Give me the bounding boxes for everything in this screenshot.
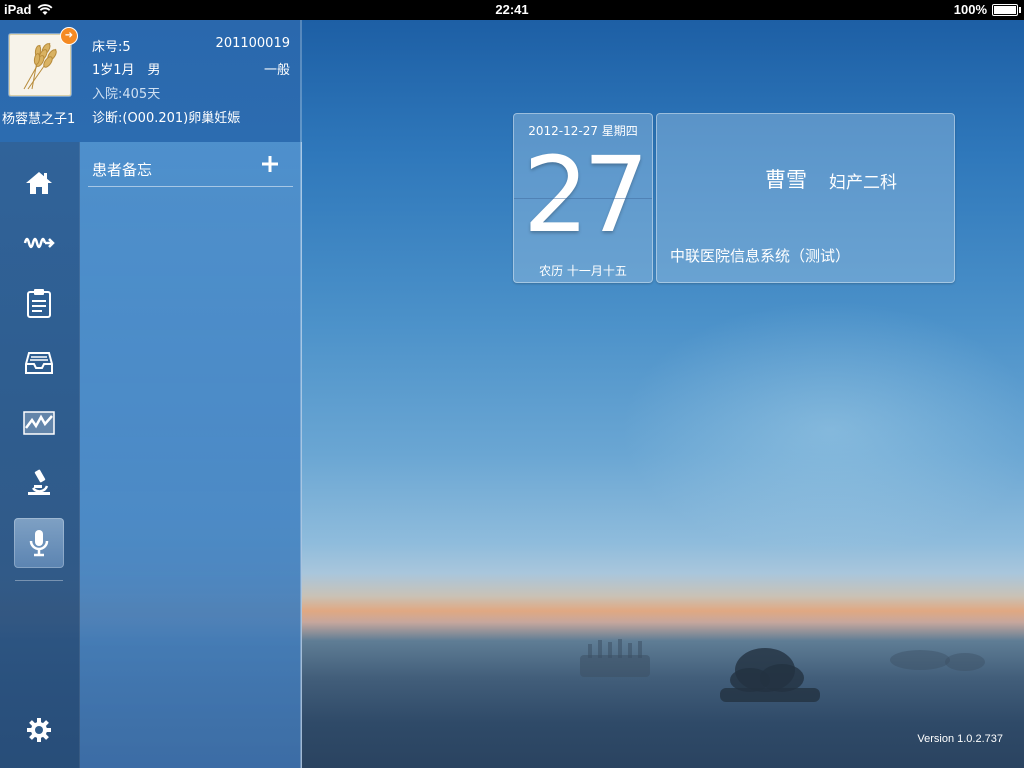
patient-name: 杨蓉慧之子1 <box>2 112 76 127</box>
nav-orders[interactable] <box>14 278 64 328</box>
bed-number: 床号:5 <box>92 40 131 55</box>
gear-icon <box>27 718 51 742</box>
add-note-icon[interactable] <box>260 154 280 174</box>
nav-memo[interactable] <box>14 518 64 568</box>
patient-id: 201100019 <box>215 36 290 51</box>
notes-title: 患者备忘 <box>92 161 153 179</box>
patient-avatar[interactable] <box>9 34 71 96</box>
version-label: Version 1.0.2.737 <box>917 733 1003 745</box>
battery-percent: 100% <box>953 2 987 17</box>
age-sex: 1岁1月 男 <box>92 63 161 78</box>
nav-divider <box>15 580 63 581</box>
microscope-icon <box>28 469 50 495</box>
nav-records[interactable] <box>14 338 64 388</box>
nav-sidebar <box>0 142 80 768</box>
admission-days: 入院:405天 <box>92 87 161 102</box>
microphone-icon <box>29 530 49 557</box>
user-info-card: 曹雪 妇产二科 中联医院信息系统（测试） <box>656 113 955 283</box>
nav-home[interactable] <box>14 158 64 208</box>
nav-settings[interactable] <box>14 705 64 755</box>
diagnosis: 诊断:(O00.201)卵巢妊娠 <box>92 111 241 126</box>
patient-notes-panel: 患者备忘 <box>80 142 302 768</box>
clock: 22:41 <box>495 2 529 17</box>
landscape-trees <box>580 639 985 702</box>
flip-divider <box>514 198 652 199</box>
doctor-name: 曹雪 <box>765 168 807 192</box>
nav-trend-chart[interactable] <box>14 398 64 448</box>
switch-patient-badge-icon[interactable]: ➜ <box>60 27 78 45</box>
home-icon <box>26 172 52 194</box>
tray-icon <box>25 352 53 374</box>
status-bar: iPad 22:41 100% <box>0 0 1024 20</box>
wave-icon <box>23 237 55 249</box>
system-name: 中联医院信息系统（测试） <box>670 247 851 265</box>
clipboard-icon <box>27 289 51 318</box>
department: 妇产二科 <box>829 173 897 193</box>
trend-chart-icon <box>23 411 55 435</box>
lunar-date: 农历 十一月十五 <box>539 264 627 278</box>
panel-edge <box>300 20 302 768</box>
nav-lab[interactable] <box>14 458 64 508</box>
patient-header[interactable]: ➜ 杨蓉慧之子1 床号:5 201100019 1岁1月 男 一般 入院:405… <box>0 20 300 142</box>
date-card: 2012-12-27 星期四 27 农历 十一月十五 <box>513 113 653 283</box>
battery-icon <box>992 3 1021 16</box>
notes-divider <box>88 186 293 187</box>
nav-vitals[interactable] <box>14 218 64 268</box>
day-number: 27 <box>522 134 649 256</box>
care-level: 一般 <box>263 63 290 78</box>
wheat-icon <box>23 42 57 90</box>
